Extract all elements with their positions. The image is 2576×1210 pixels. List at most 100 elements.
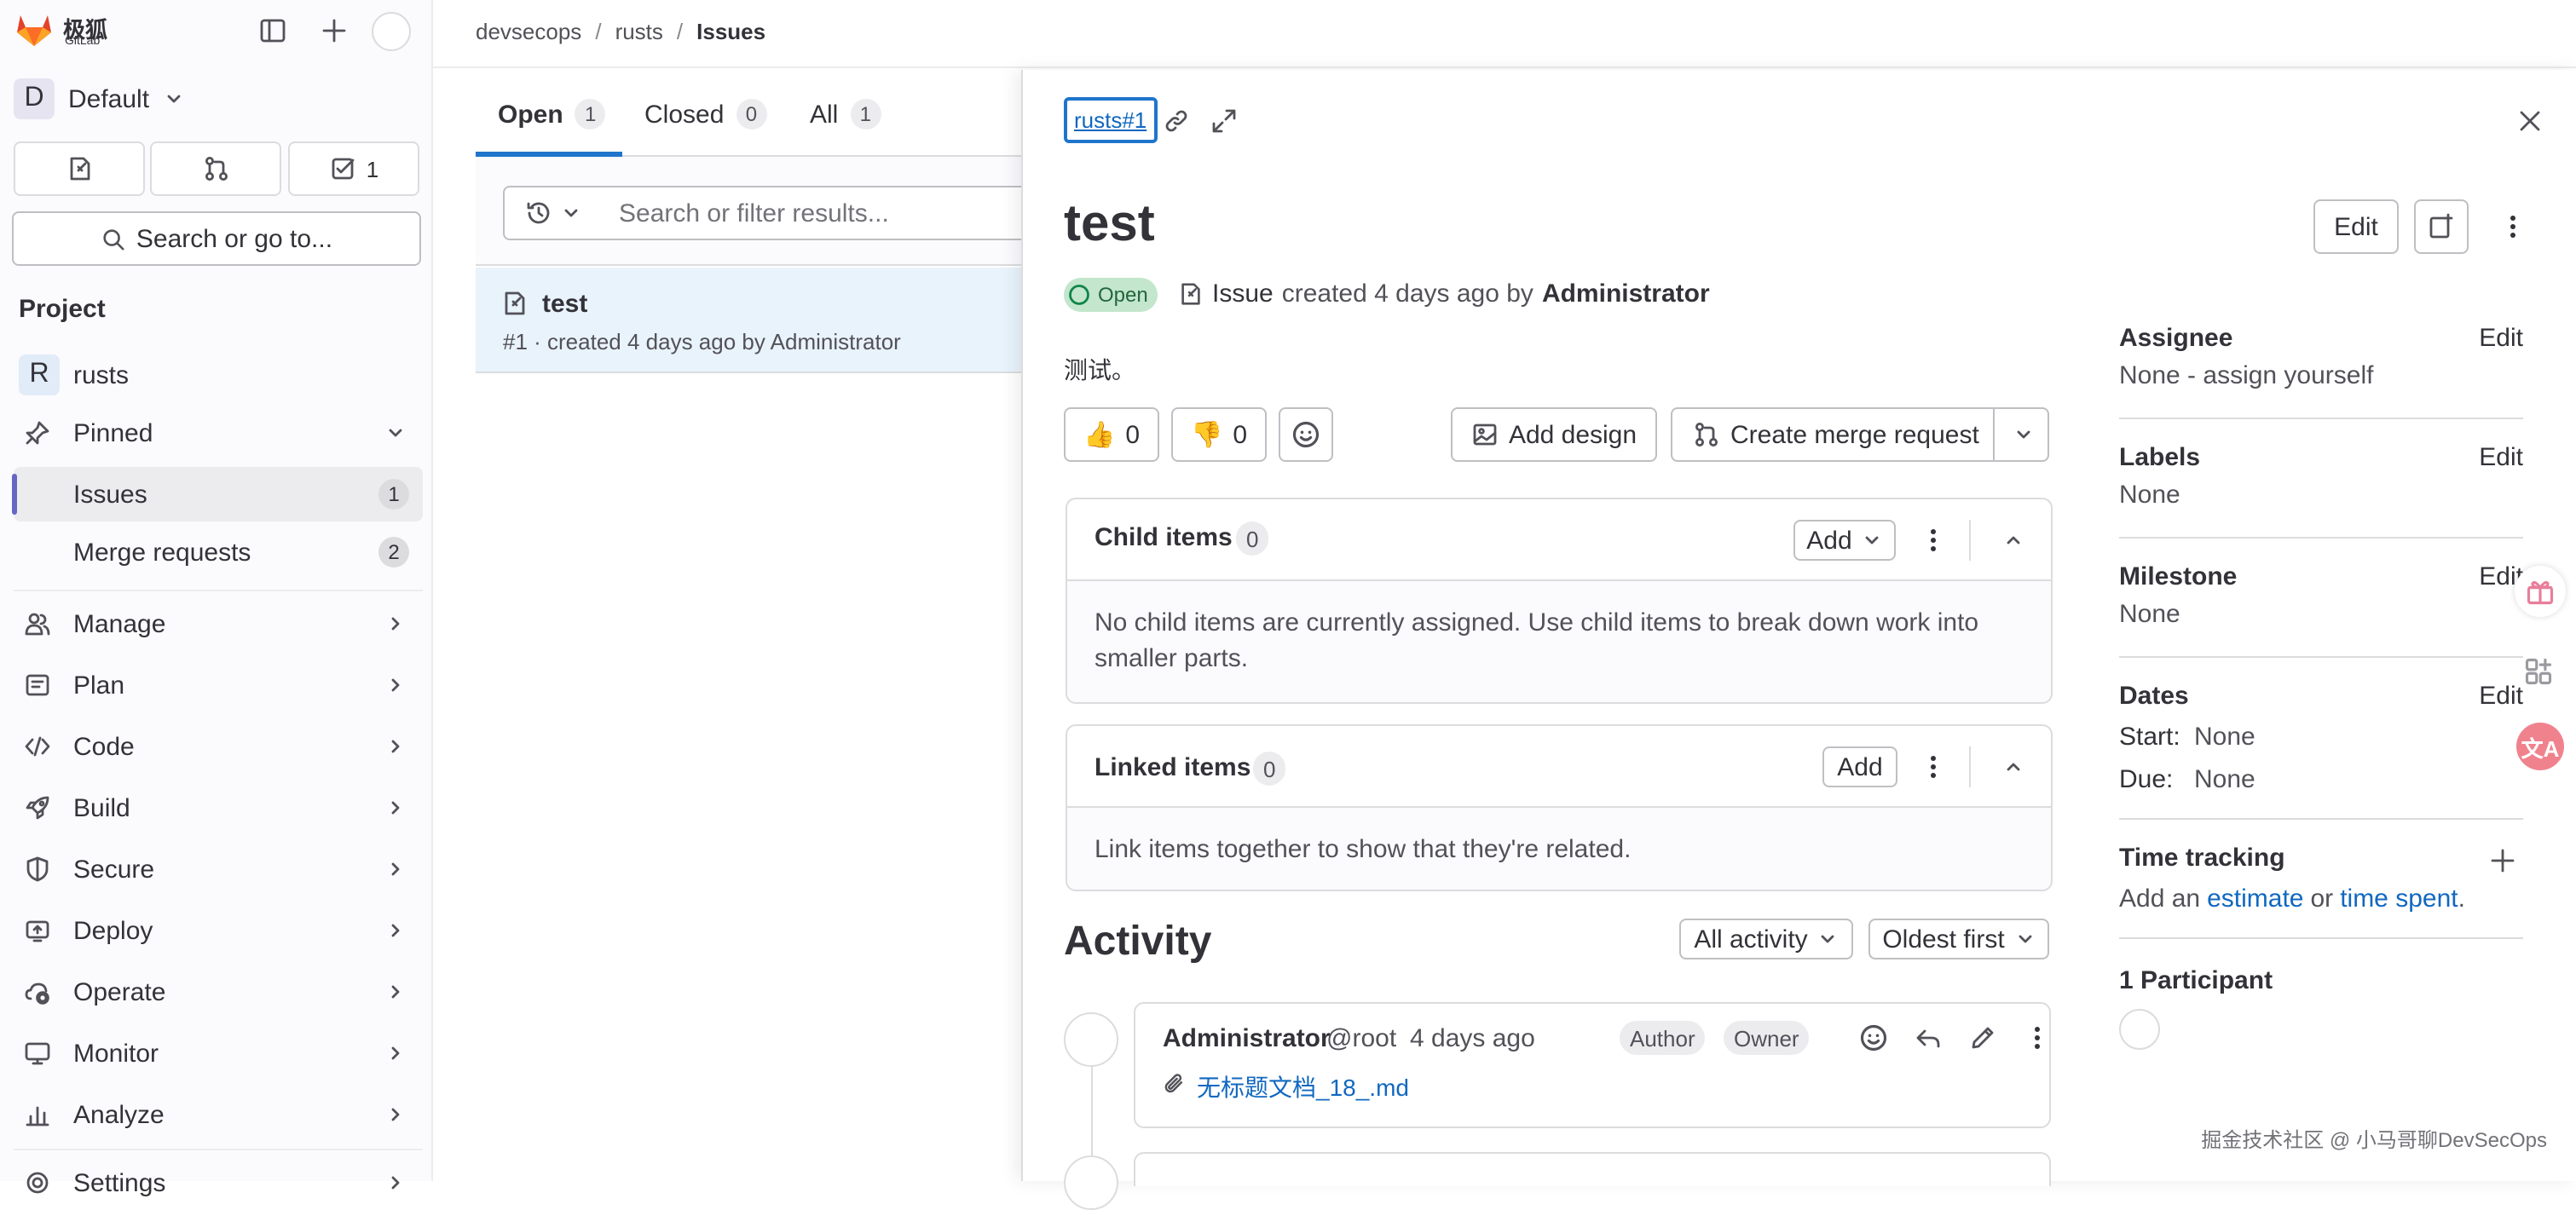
nav-item-label: Code — [73, 732, 135, 761]
breadcrumb-item[interactable]: rusts — [615, 19, 663, 44]
reply-icon[interactable] — [1915, 1024, 1942, 1052]
issue-reference-link[interactable]: rusts#1 — [1064, 97, 1158, 143]
user-avatar[interactable] — [372, 12, 411, 51]
pinned-item-issues[interactable]: Issues 1 — [12, 467, 423, 521]
add-design-button[interactable]: Add design — [1451, 407, 1657, 462]
todos-shortcut-button[interactable]: 1 — [288, 141, 419, 196]
nav-item-label: Plan — [73, 671, 125, 700]
breadcrumb-item-current[interactable]: Issues — [696, 19, 765, 44]
nav-item-label: Deploy — [73, 916, 153, 945]
gitlab-logo[interactable]: 极狐 GitLab — [14, 10, 116, 51]
tab-closed[interactable]: Closed 0 — [644, 99, 767, 130]
search-or-go-to-button[interactable]: Search or go to... — [12, 211, 421, 266]
issue-meta: #1 · created 4 days ago by Administrator — [503, 329, 901, 354]
nav-item-secure[interactable]: Secure — [14, 842, 423, 896]
issue-title[interactable]: test — [542, 290, 587, 319]
pinned-item-merge-requests[interactable]: Merge requests 2 — [14, 525, 423, 579]
split-divider — [1993, 409, 1995, 460]
nav-item-deploy[interactable]: Deploy — [14, 903, 423, 958]
add-linked-item-button[interactable]: Add — [1822, 746, 1897, 787]
translate-icon[interactable]: 文A — [2516, 723, 2564, 770]
merge-request-icon — [1695, 423, 1718, 447]
create-new-icon[interactable] — [321, 17, 348, 44]
chevron-down-icon[interactable] — [2013, 424, 2034, 445]
add-time-icon[interactable] — [2489, 847, 2516, 874]
project-link[interactable]: R rusts — [14, 348, 423, 402]
activity-sort-dropdown[interactable]: Oldest first — [1868, 919, 2049, 959]
assignee-edit-button[interactable]: Edit — [2479, 324, 2523, 353]
nav-item-manage[interactable]: Manage — [14, 596, 423, 651]
avatar[interactable] — [1064, 1012, 1118, 1067]
more-actions-icon[interactable] — [2024, 1024, 2051, 1052]
gift-icon[interactable] — [2515, 566, 2566, 617]
nav-item-monitor[interactable]: Monitor — [14, 1026, 423, 1080]
search-label: Search or go to... — [136, 224, 333, 253]
chevron-right-icon — [391, 985, 400, 999]
chevron-right-icon — [391, 1046, 400, 1060]
estimate-link[interactable]: estimate — [2207, 884, 2303, 913]
divider — [1969, 746, 1971, 787]
collapse-chevron-up-icon[interactable] — [2003, 530, 2024, 550]
divider — [1969, 520, 1971, 561]
more-actions-icon[interactable] — [1920, 527, 1947, 554]
nav-item-plan[interactable]: Plan — [14, 658, 423, 712]
participant-avatar[interactable] — [2119, 1009, 2160, 1050]
collapse-chevron-up-icon[interactable] — [2003, 757, 2024, 777]
cloud-gear-icon — [25, 982, 49, 1005]
project-avatar: R — [19, 354, 60, 395]
nav-item-analyze[interactable]: Analyze — [14, 1087, 423, 1142]
create-merge-request-button[interactable]: Create merge request — [1671, 407, 2049, 462]
pencil-icon[interactable] — [1969, 1024, 1996, 1052]
child-items-header: Child items 0 Add — [1067, 499, 2051, 581]
more-actions-icon[interactable] — [1920, 753, 1947, 781]
tab-all[interactable]: All 1 — [810, 99, 881, 130]
dates-edit-button[interactable]: Edit — [2479, 682, 2523, 711]
code-icon — [25, 736, 50, 757]
tab-open[interactable]: Open 1 — [498, 99, 606, 130]
sidebar-toggle-icon[interactable] — [259, 17, 286, 44]
todo-done-icon — [332, 158, 355, 180]
nav-item-label: Analyze — [73, 1100, 165, 1129]
add-reaction-icon[interactable] — [1858, 1023, 1889, 1053]
assignee-value[interactable]: None - assign yourself — [2119, 361, 2374, 390]
labels-edit-button[interactable]: Edit — [2479, 443, 2523, 472]
issue-author[interactable]: Administrator — [1542, 279, 1710, 308]
note-time[interactable]: 4 days ago — [1410, 1024, 1535, 1053]
thumbs-up-button[interactable]: 👍 0 — [1064, 407, 1159, 462]
pinned-section-toggle[interactable]: Pinned — [14, 406, 423, 460]
copy-link-icon[interactable] — [1163, 107, 1190, 135]
shield-icon — [26, 856, 49, 882]
time-spent-link[interactable]: time spent — [2340, 884, 2458, 913]
recent-searches-button[interactable] — [503, 186, 602, 240]
add-reaction-button[interactable] — [1279, 407, 1333, 462]
add-label: Add — [1837, 752, 1883, 781]
issues-shortcut-button[interactable] — [14, 141, 145, 196]
nav-item-settings[interactable]: Settings — [14, 1155, 423, 1210]
list-item[interactable]: test #1 · created 4 days ago by Administ… — [476, 268, 1038, 373]
thumbs-down-button[interactable]: 👎 0 — [1171, 407, 1267, 462]
pinned-label: Pinned — [73, 418, 153, 447]
add-child-item-button[interactable]: Add — [1793, 520, 1896, 561]
pinned-item-count: 2 — [378, 537, 409, 568]
breadcrumb-separator: / — [595, 19, 602, 44]
merge-requests-shortcut-button[interactable] — [150, 141, 281, 196]
thumbs-up-icon: 👍 — [1083, 421, 1116, 450]
apps-grid-icon[interactable] — [2523, 656, 2554, 687]
issue-type-icon — [1181, 283, 1200, 305]
chevron-right-icon — [391, 801, 400, 815]
start-date-label: Start: — [2119, 723, 2180, 752]
nav-item-build[interactable]: Build — [14, 781, 423, 835]
maximize-icon[interactable] — [1210, 107, 1238, 135]
chevron-down-icon — [2019, 935, 2032, 943]
note-author[interactable]: Administrator — [1163, 1024, 1331, 1053]
nav-item-operate[interactable]: Operate — [14, 965, 423, 1019]
tanuki-logo-icon — [17, 15, 51, 46]
dates-label: Dates — [2119, 682, 2189, 711]
filter-input[interactable]: Search or filter results... — [600, 186, 1038, 240]
context-switcher[interactable]: D Default — [14, 77, 252, 121]
activity-filter-dropdown[interactable]: All activity — [1679, 919, 1853, 959]
nav-item-code[interactable]: Code — [14, 719, 423, 774]
avatar — [1064, 1155, 1118, 1210]
attachment-link[interactable]: 无标题文档_18_.md — [1197, 1070, 1409, 1104]
breadcrumb-item[interactable]: devsecops — [476, 19, 581, 44]
